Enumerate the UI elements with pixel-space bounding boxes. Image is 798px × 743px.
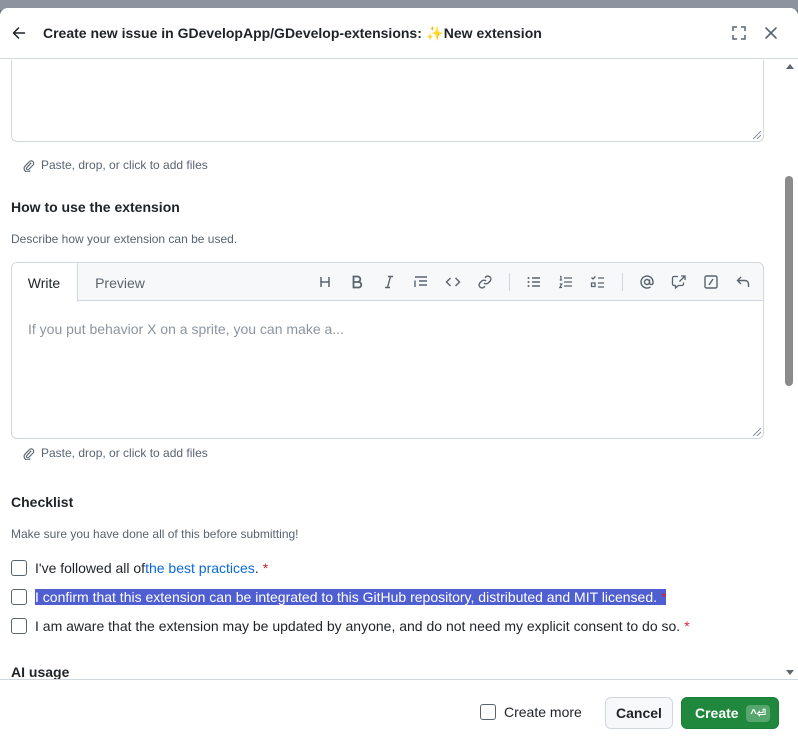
- checklist-item-text: I've followed all of: [35, 560, 146, 576]
- checkbox[interactable]: [11, 618, 27, 634]
- cross-reference-icon: [671, 275, 686, 290]
- create-more-toggle[interactable]: Create more: [480, 704, 582, 720]
- attach-files-label: Paste, drop, or click to add files: [41, 446, 208, 460]
- ai-usage-label: AI usage: [11, 664, 70, 679]
- code-icon: [445, 277, 461, 287]
- bold-icon: [352, 275, 363, 289]
- arrow-left-icon: [12, 27, 26, 39]
- editor-toolbar: Write Preview: [12, 263, 763, 302]
- heading-button[interactable]: [316, 273, 334, 291]
- required-marker: *: [661, 589, 667, 605]
- create-more-label: Create more: [504, 704, 582, 720]
- fullscreen-button[interactable]: [729, 23, 749, 43]
- checklist-item-text: I confirm that this extension can be int…: [35, 589, 658, 605]
- scroll-down-arrow-icon[interactable]: [786, 670, 794, 675]
- checklist-item-updates[interactable]: I am aware that the extension may be upd…: [11, 616, 690, 636]
- usage-editor: Write Preview If you put behavior X on a…: [11, 262, 764, 439]
- sparkles-icon: ✨: [426, 25, 444, 41]
- resize-grip[interactable]: [753, 428, 761, 436]
- best-practices-link[interactable]: the best practices: [145, 560, 255, 576]
- slash-commands-button[interactable]: [702, 273, 720, 291]
- keyboard-shortcut-hint: ^⏎: [746, 705, 770, 722]
- slash-commands-icon: [704, 275, 718, 289]
- required-marker: *: [262, 560, 269, 576]
- link-button[interactable]: [476, 273, 494, 291]
- paperclip-icon: [23, 447, 35, 460]
- usage-textarea-placeholder[interactable]: If you put behavior X on a sprite, you c…: [28, 321, 344, 337]
- scroll-up-arrow-icon[interactable]: [786, 64, 794, 69]
- attach-files-label: Paste, drop, or click to add files: [41, 158, 208, 172]
- create-button[interactable]: Create ^⏎: [681, 697, 779, 729]
- dialog-header: Create new issue in GDevelopApp/GDevelop…: [0, 8, 798, 59]
- bulleted-list-icon: [527, 277, 540, 287]
- expand-icon: [732, 26, 746, 40]
- checkbox[interactable]: [11, 589, 27, 605]
- quote-button[interactable]: [412, 273, 430, 291]
- tab-preview[interactable]: Preview: [82, 263, 158, 302]
- scroll-thumb[interactable]: [785, 176, 793, 386]
- checklist-item-best-practices[interactable]: I've followed all of the best practices …: [11, 558, 268, 578]
- usage-label: How to use the extension: [11, 199, 180, 215]
- checklist-item-license[interactable]: I confirm that this extension can be int…: [11, 587, 667, 607]
- heading-icon: [320, 277, 330, 287]
- checklist-label: Checklist: [11, 494, 74, 510]
- new-issue-dialog: Create new issue in GDevelopApp/GDevelop…: [0, 8, 798, 743]
- scrollbar[interactable]: [782, 60, 798, 679]
- numbered-list-icon: [558, 275, 572, 289]
- italic-icon: [385, 275, 393, 289]
- attach-files-usage[interactable]: Paste, drop, or click to add files: [22, 446, 208, 460]
- resize-grip[interactable]: [753, 131, 761, 139]
- dialog-title-suffix: New extension: [443, 25, 542, 41]
- link-icon: [478, 275, 492, 289]
- toolbar-divider: [509, 273, 510, 291]
- dialog-title-prefix: Create new issue in GDevelopApp/GDevelop…: [43, 25, 426, 41]
- dialog-title: Create new issue in GDevelopApp/GDevelop…: [43, 25, 542, 42]
- bulleted-list-button[interactable]: [525, 273, 543, 291]
- back-button[interactable]: [8, 22, 30, 44]
- checklist-item-suffix: .: [254, 560, 259, 576]
- checklist-description: Make sure you have done all of this befo…: [11, 527, 299, 541]
- task-list-icon: [590, 276, 604, 288]
- toolbar-divider: [622, 273, 623, 291]
- quote-icon: [414, 276, 427, 287]
- checklist-item-text: I am aware that the extension may be upd…: [35, 618, 681, 634]
- cross-reference-button[interactable]: [670, 273, 688, 291]
- mention-button[interactable]: [638, 273, 656, 291]
- previous-textarea[interactable]: [11, 60, 764, 142]
- create-button-label: Create: [695, 705, 739, 721]
- dialog-body: Paste, drop, or click to add files How t…: [0, 60, 782, 679]
- task-list-button[interactable]: [589, 273, 607, 291]
- close-icon: [765, 27, 777, 39]
- undo-icon: [736, 276, 750, 287]
- attach-files-upper[interactable]: Paste, drop, or click to add files: [22, 158, 208, 172]
- code-button[interactable]: [444, 273, 462, 291]
- checkbox[interactable]: [480, 704, 496, 720]
- required-marker: *: [684, 618, 690, 634]
- bold-button[interactable]: [348, 273, 366, 291]
- undo-button[interactable]: [734, 273, 752, 291]
- mention-icon: [640, 275, 654, 289]
- dialog-footer: Create more Cancel Create ^⏎: [0, 679, 798, 743]
- tab-write[interactable]: Write: [12, 263, 78, 302]
- italic-button[interactable]: [380, 273, 398, 291]
- numbered-list-button[interactable]: [557, 273, 575, 291]
- paperclip-icon: [23, 159, 35, 172]
- cancel-button[interactable]: Cancel: [605, 697, 673, 729]
- usage-description: Describe how your extension can be used.: [11, 232, 238, 246]
- selected-text: I confirm that this extension can be int…: [35, 589, 667, 605]
- close-button[interactable]: [761, 23, 781, 43]
- checkbox[interactable]: [11, 560, 27, 576]
